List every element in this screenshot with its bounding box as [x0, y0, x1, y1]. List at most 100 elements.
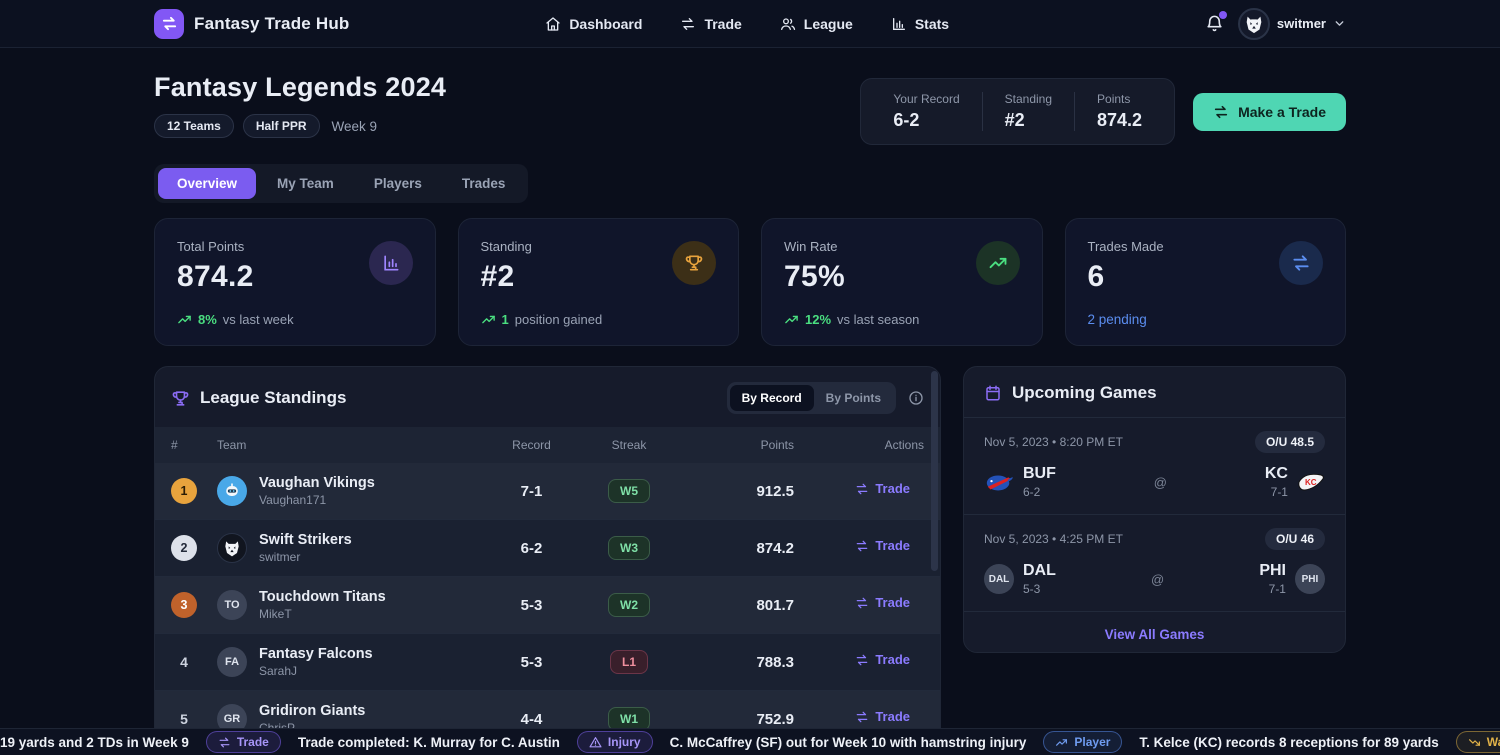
streak-badge: W3 — [608, 536, 650, 560]
team-avatar — [217, 476, 247, 506]
badge-label: Injury — [608, 735, 641, 749]
tab-my-team[interactable]: My Team — [258, 168, 353, 199]
record-cell: 5-3 — [484, 597, 579, 614]
notification-dot — [1219, 11, 1227, 19]
stat-value: #2 — [1005, 110, 1052, 131]
brand-logo — [154, 9, 184, 39]
streak-badge: L1 — [610, 650, 648, 674]
badge-label: Waiver — [1487, 735, 1500, 749]
trade-icon — [161, 15, 178, 32]
team-owner: MikeT — [259, 607, 386, 621]
trend-up-icon — [784, 312, 799, 327]
team-abbr: PHI — [1259, 562, 1286, 580]
player-badge: Player — [1043, 731, 1122, 753]
nav-label: Trade — [704, 16, 741, 32]
row-trade-button[interactable]: Trade — [855, 709, 910, 724]
pending-trades-link[interactable]: 2 pending — [1088, 312, 1147, 327]
trend-value: 12% — [805, 312, 831, 327]
cta-label: Make a Trade — [1238, 104, 1326, 120]
page-header: Fantasy Legends 2024 12 Teams Half PPR W… — [154, 72, 1346, 145]
injury-badge: Injury — [577, 731, 653, 753]
row-trade-button[interactable]: Trade — [855, 652, 910, 667]
toggle-by-points[interactable]: By Points — [814, 385, 893, 411]
trade-label: Trade — [875, 709, 910, 724]
team-abbr: BUF — [1023, 465, 1056, 483]
nav-item-dashboard[interactable]: Dashboard — [545, 16, 642, 32]
teams-badge: 12 Teams — [154, 114, 234, 138]
username: switmer — [1277, 16, 1326, 31]
nav-item-trade[interactable]: Trade — [680, 16, 741, 32]
wolf-mascot-icon — [222, 538, 242, 558]
trades-made-card: Trades Made 6 2 pending — [1065, 218, 1347, 346]
game-row: Nov 5, 2023 • 4:25 PM ET O/U 46 DAL DAL … — [964, 515, 1345, 612]
top-nav: Fantasy Trade Hub Dashboard Trade League… — [0, 0, 1500, 48]
game-row: Nov 5, 2023 • 8:20 PM ET O/U 48.5 BUF 6-… — [964, 418, 1345, 515]
record-cell: 5-3 — [484, 654, 579, 671]
team-abbr: DAL — [1023, 562, 1056, 580]
table-row: 2 Swift Strikers switmer 6-2 W3 874.2 Tr… — [155, 520, 940, 577]
record-cell: 4-4 — [484, 711, 579, 728]
view-all-games-link[interactable]: View All Games — [964, 612, 1345, 657]
team-abbr: KC — [1265, 465, 1288, 483]
trend-value: 1 — [502, 312, 509, 327]
trade-icon — [1279, 241, 1323, 285]
tab-players[interactable]: Players — [355, 168, 441, 199]
record-summary-card: Your Record 6-2 Standing #2 Points 874.2 — [860, 78, 1175, 145]
sort-toggle: By Record By Points — [727, 382, 896, 414]
home-team: BUF 6-2 — [984, 465, 1056, 499]
col-rank: # — [171, 438, 217, 452]
team-name: Swift Strikers — [259, 532, 352, 548]
at-symbol: @ — [1154, 475, 1167, 490]
points-stat: Points 874.2 — [1074, 92, 1164, 131]
home-icon — [545, 16, 561, 32]
tab-trades[interactable]: Trades — [443, 168, 525, 199]
standing-stat: Standing #2 — [982, 92, 1074, 131]
trade-badge: Trade — [206, 731, 281, 753]
badge-label: Trade — [237, 735, 269, 749]
col-streak: Streak — [579, 438, 679, 452]
record-cell: 7-1 — [484, 483, 579, 500]
stat-label: Your Record — [893, 92, 959, 106]
over-under-badge: O/U 46 — [1265, 528, 1325, 550]
game-datetime: Nov 5, 2023 • 4:25 PM ET — [984, 532, 1123, 546]
team-logo: PHI — [1295, 564, 1325, 594]
nav-item-stats[interactable]: Stats — [891, 16, 949, 32]
home-team: DAL DAL 5-3 — [984, 562, 1056, 596]
away-team: KC 7-1 KC — [1265, 465, 1325, 499]
trend-up-icon — [1055, 736, 1068, 749]
toggle-by-record[interactable]: By Record — [730, 385, 814, 411]
bills-logo-icon — [984, 471, 1014, 493]
week-label: Week 9 — [332, 119, 378, 134]
robot-avatar-icon — [222, 481, 242, 501]
users-icon — [780, 16, 796, 32]
trophy-icon — [171, 389, 190, 408]
table-row: 4 FA Fantasy Falcons SarahJ 5-3 L1 788.3… — [155, 634, 940, 691]
row-trade-button[interactable]: Trade — [855, 481, 910, 496]
nav-label: League — [804, 16, 853, 32]
trend-up-icon — [976, 241, 1020, 285]
trend-down-icon — [1468, 736, 1481, 749]
waiver-badge: Waiver — [1456, 731, 1500, 753]
stat-value: 874.2 — [1097, 110, 1142, 131]
trade-icon — [855, 710, 869, 724]
info-icon[interactable] — [908, 390, 924, 406]
user-menu[interactable]: switmer — [1238, 8, 1346, 40]
record-cell: 6-2 — [484, 540, 579, 557]
team-record: 7-1 — [1265, 485, 1288, 499]
trophy-icon — [672, 241, 716, 285]
standings-scrollbar[interactable] — [931, 371, 938, 571]
nav-item-league[interactable]: League — [780, 16, 853, 32]
make-a-trade-button[interactable]: Make a Trade — [1193, 93, 1346, 131]
badge-label: Player — [1074, 735, 1110, 749]
row-trade-button[interactable]: Trade — [855, 538, 910, 553]
row-trade-button[interactable]: Trade — [855, 595, 910, 610]
trade-icon — [855, 653, 869, 667]
stat-value: 6-2 — [893, 110, 959, 131]
team-name: Touchdown Titans — [259, 589, 386, 605]
bar-chart-icon — [369, 241, 413, 285]
team-avatar: FA — [217, 647, 247, 677]
tab-overview[interactable]: Overview — [158, 168, 256, 199]
news-ticker: 19 yards and 2 TDs in Week 9 Trade Trade… — [0, 728, 1500, 755]
notifications-button[interactable] — [1205, 14, 1224, 33]
calendar-icon — [984, 384, 1002, 402]
